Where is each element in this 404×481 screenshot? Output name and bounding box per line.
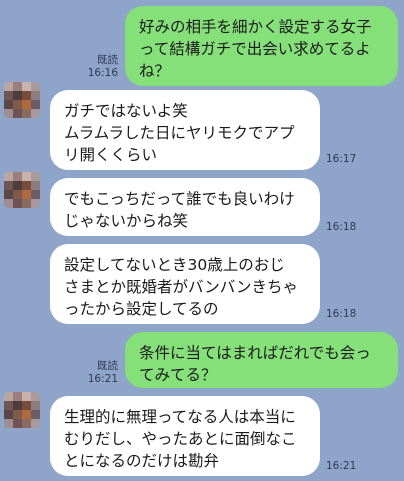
contact-avatar[interactable] [4, 392, 40, 428]
read-status: 既読 [97, 360, 118, 372]
read-receipt: 既読 16:16 [78, 54, 118, 80]
message-time: 16:18 [326, 221, 357, 233]
outgoing-message-bubble[interactable]: 条件に当てはまればだれでも会っ てみてる？ [125, 332, 398, 388]
incoming-message-bubble[interactable]: 生理的に無理ってなる人は本当に むりだし、やったあとに面倒なこ とになるのだけは… [50, 396, 320, 476]
read-status: 既読 [97, 54, 118, 66]
contact-avatar[interactable] [4, 172, 40, 208]
contact-avatar[interactable] [4, 82, 40, 118]
incoming-message-bubble[interactable]: ガチではないよ笑 ムラムラした日にヤリモクでアプ リ開くくらい [50, 90, 320, 170]
message-time: 16:18 [326, 308, 357, 320]
message-time: 16:21 [326, 460, 357, 472]
message-time: 16:17 [326, 153, 357, 165]
outgoing-message-bubble[interactable]: 好みの相手を細かく設定する女子 って結構ガチで出会い求めてるよ ね？ [125, 6, 398, 86]
read-receipt: 既読 16:21 [78, 360, 118, 386]
incoming-message-bubble[interactable]: でもこっちだって誰でも良いわけ じゃないからね笑 [50, 178, 320, 236]
message-time: 16:16 [87, 67, 118, 79]
incoming-message-bubble[interactable]: 設定してないとき30歳上のおじ さまとか既婚者がバンバンきちゃ ったから設定して… [50, 244, 320, 324]
message-time: 16:21 [87, 373, 118, 385]
